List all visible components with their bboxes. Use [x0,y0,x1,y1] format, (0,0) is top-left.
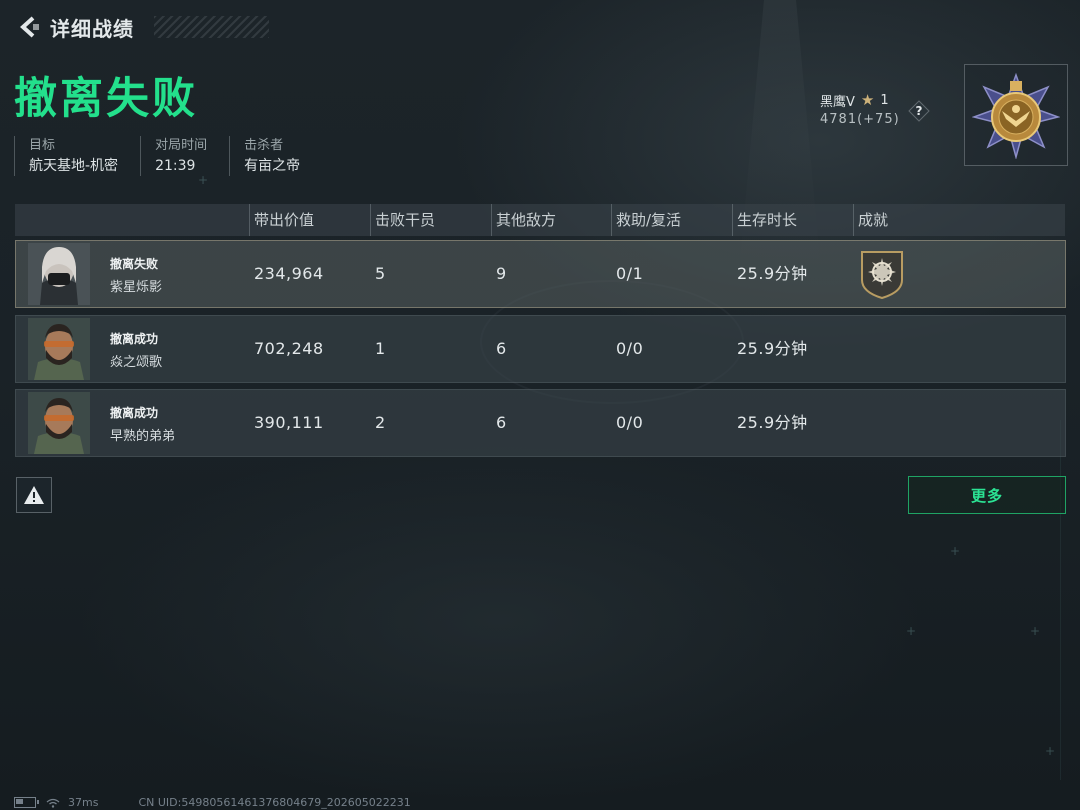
crosshair-marker: + [1030,624,1041,638]
extraction-status: 撤离失败 [110,257,159,271]
table-row[interactable]: 撤离失败 紫星烁影 234,964 5 9 0/1 25.9分钟 [15,240,1066,308]
result-title: 撤离失败 [14,74,198,124]
rank-name: 黑鹰V [820,94,855,110]
player-name: 焱之颂歌 [110,355,163,370]
operator-kills: 5 [375,264,386,283]
rank-medal[interactable] [964,64,1068,166]
table-row[interactable]: 撤离成功 焱之颂歌 702,248 1 6 0/0 25.9分钟 [15,315,1066,383]
other-enemies: 6 [496,413,507,432]
back-arrow-icon[interactable] [14,12,44,42]
info-value: 21:39 [155,158,196,174]
help-label: ? [915,104,923,118]
battery-icon [14,797,39,808]
star-icon: ★ [860,91,875,109]
info-target: 目标 航天基地-机密 [14,136,118,176]
extracted-value: 702,248 [254,339,324,358]
crosshair-marker: + [950,544,961,558]
player-name: 早熟的弟弟 [110,429,176,444]
info-killer: 击杀者 有亩之帝 [229,136,300,176]
survival-time: 25.9分钟 [737,413,808,432]
rank-score: 4781(+75) [820,112,900,127]
extracted-value: 234,964 [254,264,324,283]
warning-icon [24,486,44,504]
crosshair-marker: + [906,624,917,638]
extraction-status: 撤离成功 [110,406,159,420]
eagle-medal-icon [972,72,1060,159]
column-header: 击败干员 [370,204,485,236]
survival-time: 25.9分钟 [737,339,808,358]
more-button[interactable]: 更多 [908,476,1066,514]
info-label: 对局时间 [155,138,208,153]
header: 详细战绩 [14,12,269,42]
help-icon[interactable]: ? [908,100,930,122]
info-value: 有亩之帝 [244,158,301,174]
operator-avatar [28,392,90,454]
achievement-badge-icon[interactable] [856,248,908,300]
wifi-icon [46,798,60,808]
table-header: 带出价值 击败干员 其他敌方 救助/复活 生存时长 成就 [15,204,1065,236]
report-button[interactable] [16,477,52,513]
match-info: 目标 航天基地-机密 对局时间 21:39 击杀者 有亩之帝 [14,136,322,176]
extracted-value: 390,111 [254,413,324,432]
status-bar: 37ms CN UID:5498056146137680467​9_202605… [14,795,411,810]
other-enemies: 9 [496,264,507,283]
info-label: 击杀者 [244,138,284,153]
column-header: 成就 [853,204,968,236]
assist-revive: 0/0 [616,339,644,358]
rank-stars: 1 [880,92,889,108]
operator-kills: 2 [375,413,386,432]
column-header: 带出价值 [249,204,364,236]
survival-time: 25.9分钟 [737,264,808,283]
extraction-status: 撤离成功 [110,332,159,346]
info-value: 航天基地-机密 [29,158,119,174]
operator-avatar [28,243,90,305]
column-header: 其他敌方 [491,204,606,236]
ping-value: 37ms [68,796,99,809]
page-title: 详细战绩 [50,16,134,41]
crosshair-marker: + [1045,744,1056,758]
background-grid-line [880,420,1061,780]
column-header: 救助/复活 [611,204,726,236]
info-match-time: 对局时间 21:39 [140,136,207,176]
other-enemies: 6 [496,339,507,358]
player-name: 紫星烁影 [110,280,163,295]
user-uid: CN UID:5498056146137680467​9_20260502223… [138,796,411,809]
operator-avatar [28,318,90,380]
info-label: 目标 [29,138,56,153]
table-row[interactable]: 撤离成功 早熟的弟弟 390,111 2 6 0/0 25.9分钟 [15,389,1066,457]
column-header: 生存时长 [732,204,847,236]
assist-revive: 0/0 [616,413,644,432]
rank-info: 黑鹰V ★ 1 4781(+75) [820,90,900,130]
operator-kills: 1 [375,339,386,358]
assist-revive: 0/1 [616,264,644,283]
header-decoration [154,16,269,38]
